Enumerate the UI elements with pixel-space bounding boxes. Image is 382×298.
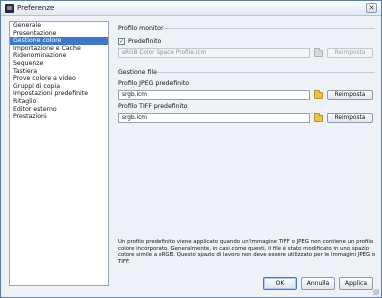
cancel-button[interactable]: Annulla [301, 277, 335, 290]
apply-button[interactable]: Applica [339, 277, 373, 290]
close-button[interactable]: ✕ [366, 3, 377, 13]
ok-button[interactable]: OK [263, 277, 297, 290]
sidebar-item-tastiera[interactable]: Tastiera [10, 68, 108, 76]
window-title: Preferenze [17, 4, 55, 12]
folder-icon[interactable] [314, 48, 323, 57]
app-icon [5, 4, 14, 13]
files-section-title: Gestione file [118, 69, 157, 76]
sidebar-item-generale[interactable]: Generale [10, 22, 108, 30]
folder-icon[interactable] [314, 113, 323, 122]
monitor-profile-field[interactable]: sRGB Color Space Profile.icm [118, 48, 310, 58]
sidebar-item-importazione-cache[interactable]: Importazione e Cache [10, 45, 108, 53]
jpeg-profile-label: Profilo JPEG predefinito [118, 80, 190, 87]
jpeg-profile-field[interactable]: srgb.icm [118, 90, 310, 100]
resize-grip-icon[interactable] [373, 289, 379, 295]
tiff-reset-button[interactable]: Reimposta [327, 113, 373, 123]
check-icon: ✓ [119, 38, 125, 45]
folder-icon[interactable] [314, 90, 323, 99]
section-divider [161, 28, 375, 29]
tiff-profile-label: Profilo TIFF predefinito [118, 103, 188, 110]
jpeg-reset-button[interactable]: Reimposta [327, 90, 373, 100]
sidebar-item-gestione-colore[interactable]: Gestione colore [10, 37, 108, 45]
default-profile-note: Un profilo predefinito viene applicato q… [118, 239, 376, 265]
default-monitor-checkbox[interactable]: ✓ [118, 38, 125, 45]
sidebar-item-sequenze[interactable]: Sequenze [10, 60, 108, 68]
sidebar-item-presentazione[interactable]: Presentazione [10, 30, 108, 38]
sidebar-item-ritaglio[interactable]: Ritaglio [10, 98, 108, 106]
sidebar-item-prestazioni[interactable]: Prestazioni [10, 113, 108, 121]
sidebar-item-gruppi-copia[interactable]: Gruppi di copia [10, 83, 108, 91]
title-bar[interactable]: Preferenze ✕ [1, 1, 381, 16]
section-divider [157, 72, 375, 73]
sidebar-item-editor-esterno[interactable]: Editor esterno [10, 106, 108, 114]
close-icon: ✕ [368, 4, 375, 12]
preferences-window: Preferenze ✕ Generale Presentazione Gest… [0, 0, 382, 298]
sidebar-item-prove-colore[interactable]: Prove colore a video [10, 75, 108, 83]
tiff-profile-field[interactable]: srgb.icm [118, 113, 310, 123]
monitor-section-title: Profilo monitor [118, 25, 164, 32]
sidebar-item-impostazioni-predefinite[interactable]: Impostazioni predefinite [10, 90, 108, 98]
monitor-reset-button[interactable]: Reimposta [327, 48, 373, 58]
default-monitor-label: Predefinito [128, 38, 162, 45]
preferences-category-list[interactable]: Generale Presentazione Gestione colore I… [9, 21, 109, 286]
sidebar-item-ridenominazione[interactable]: Ridenominazione [10, 52, 108, 60]
color-management-panel: Profilo monitor ✓ Predefinito sRGB Color… [115, 21, 377, 286]
